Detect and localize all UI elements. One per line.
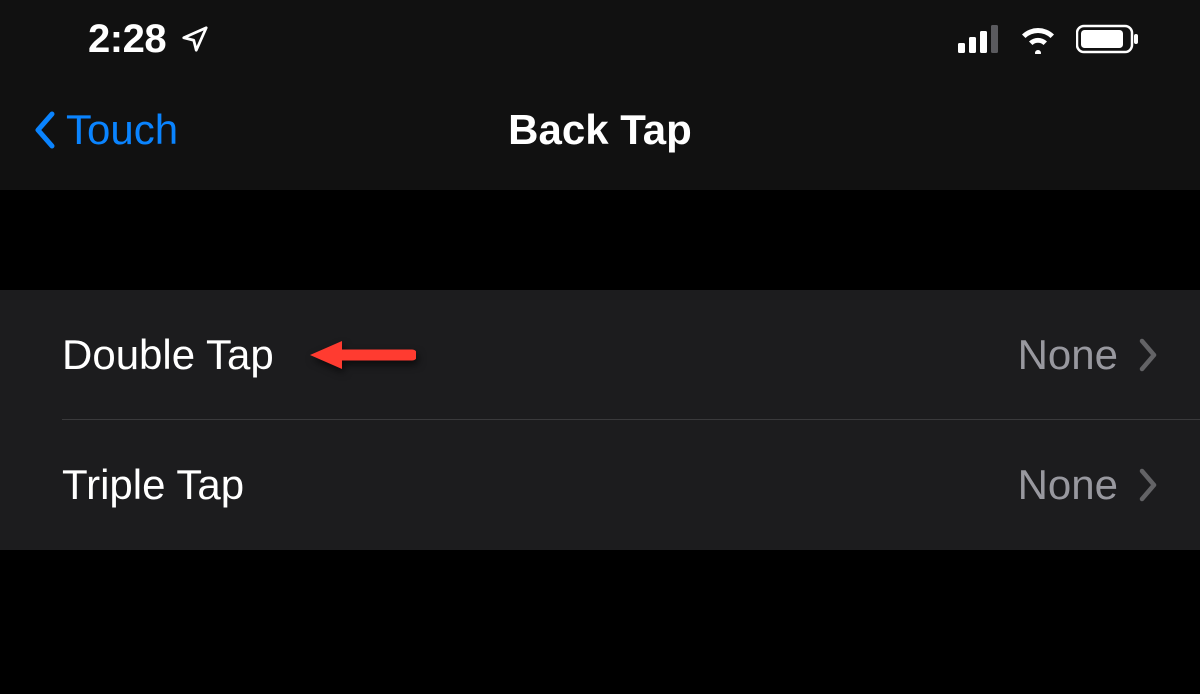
chevron-left-icon — [30, 108, 60, 152]
nav-title: Back Tap — [508, 106, 692, 154]
location-icon — [180, 24, 210, 54]
status-bar: 2:28 — [0, 0, 1200, 70]
status-left: 2:28 — [88, 17, 210, 62]
content-spacer — [0, 190, 1200, 290]
wifi-icon — [1018, 24, 1058, 54]
battery-icon — [1076, 24, 1140, 54]
status-time: 2:28 — [88, 17, 166, 62]
row-right: None — [1018, 461, 1160, 509]
settings-row-triple-tap[interactable]: Triple Tap None — [0, 420, 1200, 550]
back-button[interactable]: Touch — [30, 106, 178, 154]
row-label: Double Tap — [62, 331, 274, 379]
back-label: Touch — [66, 106, 178, 154]
row-value: None — [1018, 331, 1118, 379]
settings-row-double-tap[interactable]: Double Tap None — [0, 290, 1200, 420]
status-right — [958, 24, 1140, 54]
chevron-right-icon — [1138, 467, 1160, 503]
nav-bar: Touch Back Tap — [0, 70, 1200, 190]
chevron-right-icon — [1138, 337, 1160, 373]
row-label: Triple Tap — [62, 461, 244, 509]
row-value: None — [1018, 461, 1118, 509]
row-right: None — [1018, 331, 1160, 379]
annotation-arrow-icon — [306, 335, 416, 375]
settings-list: Double Tap None Triple Tap None — [0, 290, 1200, 550]
cellular-icon — [958, 25, 1000, 53]
